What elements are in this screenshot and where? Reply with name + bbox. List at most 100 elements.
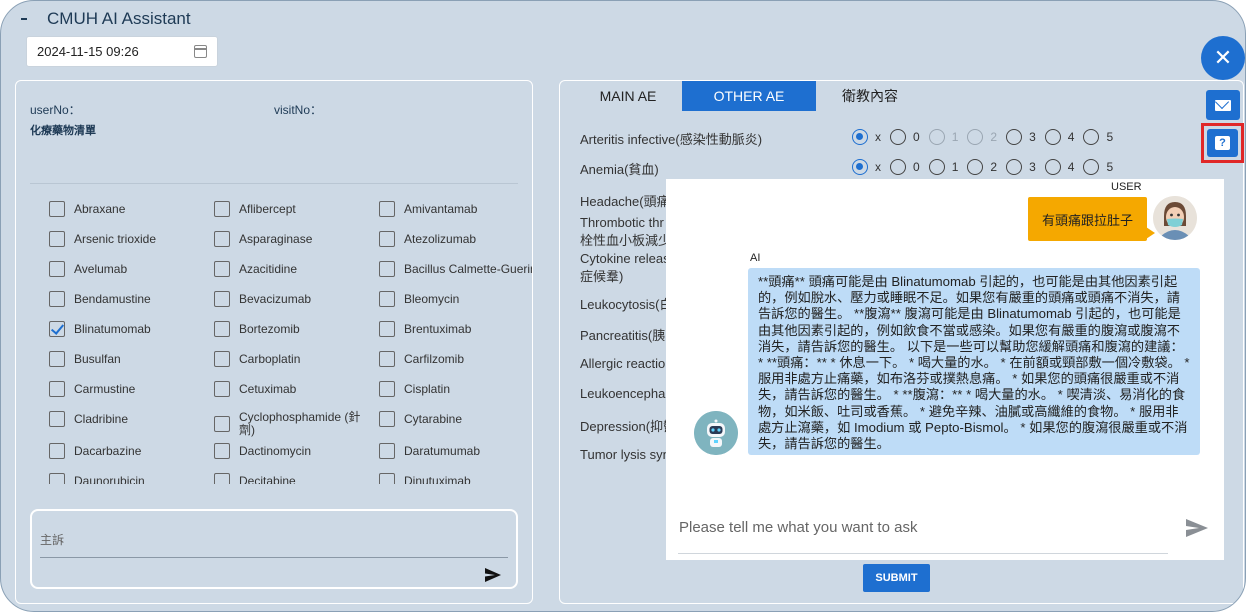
checkbox[interactable] <box>379 291 395 307</box>
drug-checkbox-item[interactable]: Carboplatin <box>214 351 374 367</box>
grade-label: 0 <box>913 130 920 144</box>
submit-button[interactable]: SUBMIT <box>863 564 930 592</box>
checkbox[interactable] <box>214 351 230 367</box>
checkbox[interactable] <box>379 201 395 217</box>
date-picker[interactable]: 2024-11-15 09:26 <box>26 36 218 67</box>
checkbox[interactable] <box>214 201 230 217</box>
checkbox[interactable] <box>379 231 395 247</box>
drug-checkbox-item[interactable]: Dactinomycin <box>214 443 374 459</box>
grade-radio[interactable] <box>1006 129 1023 145</box>
drug-checkbox-item[interactable]: Bleomycin <box>379 291 532 307</box>
grade-label: 2 <box>990 130 998 144</box>
checkbox[interactable] <box>49 473 65 484</box>
close-button[interactable]: ✕ <box>1201 36 1245 80</box>
complaint-input[interactable]: 主訴 <box>40 531 64 548</box>
grade-radio[interactable] <box>852 159 868 175</box>
checkbox[interactable] <box>379 443 395 459</box>
chat-send-icon[interactable] <box>1185 518 1209 538</box>
grade-radio[interactable] <box>1044 159 1061 175</box>
drug-checkbox-item[interactable]: Bevacizumab <box>214 291 374 307</box>
checkbox[interactable] <box>379 473 395 484</box>
checkbox[interactable] <box>214 443 230 459</box>
drug-checkbox-item[interactable]: Brentuximab <box>379 321 532 337</box>
grade-radio[interactable] <box>967 159 984 175</box>
tab-1[interactable]: OTHER AE <box>682 81 816 111</box>
grade-label: 2 <box>990 160 998 174</box>
checkbox[interactable] <box>49 231 65 247</box>
checkbox[interactable] <box>214 416 230 432</box>
drug-checkbox-item[interactable]: Azacitidine <box>214 261 374 277</box>
drug-label: Asparaginase <box>239 231 313 246</box>
drug-checkbox-item[interactable]: Blinatumomab <box>49 321 209 337</box>
complaint-box[interactable]: 主訴 <box>30 509 518 589</box>
drug-checkbox-item[interactable]: Daunorubicin <box>49 473 209 484</box>
checkbox[interactable] <box>214 291 230 307</box>
help-button[interactable]: ? <box>1207 129 1238 157</box>
drug-checkbox-item[interactable]: Bacillus Calmette-Guerin <box>379 261 532 277</box>
menu-icon[interactable] <box>21 18 27 20</box>
checkbox[interactable] <box>379 351 395 367</box>
close-icon: ✕ <box>1213 45 1233 70</box>
drug-checkbox-item[interactable]: Daratumumab <box>379 443 532 459</box>
ae-item: Leukoencephal <box>580 386 668 401</box>
checkbox[interactable] <box>49 411 65 427</box>
checkbox[interactable] <box>49 201 65 217</box>
drug-checkbox-item[interactable]: Busulfan <box>49 351 209 367</box>
checkbox[interactable] <box>214 261 230 277</box>
send-icon[interactable] <box>484 567 502 583</box>
drug-checkbox-item[interactable]: Bendamustine <box>49 291 209 307</box>
drug-checkbox-item[interactable]: Cytarabine <box>379 411 532 427</box>
drug-label: Cyclophosphamide (針劑) <box>239 410 361 437</box>
drug-checkbox-item[interactable]: Cyclophosphamide (針劑) <box>214 411 374 437</box>
drug-checkbox-item[interactable]: Cisplatin <box>379 381 532 397</box>
drug-checkbox-item[interactable]: Dacarbazine <box>49 443 209 459</box>
checkbox[interactable] <box>49 351 65 367</box>
drug-checkbox-item[interactable]: Avelumab <box>49 261 209 277</box>
drug-checkbox-item[interactable]: Cladribine <box>49 411 209 427</box>
grade-radio[interactable] <box>1083 159 1100 175</box>
checkbox[interactable] <box>49 443 65 459</box>
grade-radio[interactable] <box>890 129 906 145</box>
drug-checkbox-item[interactable]: Decitabine <box>214 473 374 484</box>
drug-checkbox-item[interactable]: Amivantamab <box>379 201 532 217</box>
tab-2[interactable]: 衛教內容 <box>816 81 924 111</box>
drug-checkbox-item[interactable]: Arsenic trioxide <box>49 231 209 247</box>
drug-checkbox-item[interactable]: Atezolizumab <box>379 231 532 247</box>
grade-radio[interactable] <box>928 129 945 145</box>
checkbox[interactable] <box>214 381 230 397</box>
checkbox[interactable] <box>379 261 395 277</box>
mail-button[interactable] <box>1206 90 1240 120</box>
drug-checkbox-item[interactable]: Bortezomib <box>214 321 374 337</box>
checkbox[interactable] <box>49 381 65 397</box>
drug-checkbox-item[interactable]: Asparaginase <box>214 231 374 247</box>
checkbox[interactable] <box>379 321 395 337</box>
drug-checkbox-item[interactable]: Carfilzomib <box>379 351 532 367</box>
grade-radio[interactable] <box>852 129 868 145</box>
grade-radio[interactable] <box>928 159 945 175</box>
checkbox[interactable] <box>49 291 65 307</box>
checkbox[interactable] <box>214 231 230 247</box>
drug-label: Aflibercept <box>239 201 296 216</box>
checkbox[interactable] <box>379 381 395 397</box>
chat-input[interactable]: Please tell me what you want to ask <box>679 519 917 536</box>
drug-checkbox-item[interactable]: Carmustine <box>49 381 209 397</box>
grade-radio[interactable] <box>967 129 984 145</box>
grade-radio[interactable] <box>1044 129 1061 145</box>
drug-checkbox-item[interactable]: Aflibercept <box>214 201 374 217</box>
grade-radio[interactable] <box>1006 159 1023 175</box>
ae-name: Leukoencephal <box>580 386 669 401</box>
checkbox[interactable] <box>214 321 230 337</box>
grade-radio[interactable] <box>890 159 906 175</box>
drug-checkbox-item[interactable]: Abraxane <box>49 201 209 217</box>
tab-0[interactable]: MAIN AE <box>574 81 682 111</box>
drug-checkbox-item[interactable]: Dinutuximab <box>379 473 532 484</box>
calendar-icon[interactable] <box>194 45 207 58</box>
checkbox[interactable] <box>214 473 230 484</box>
chat-input-underline <box>678 553 1168 554</box>
checkbox[interactable] <box>49 261 65 277</box>
drug-checkbox-item[interactable]: Cetuximab <box>214 381 374 397</box>
date-value: 2024-11-15 09:26 <box>37 44 139 59</box>
checkbox[interactable] <box>379 411 395 427</box>
grade-radio[interactable] <box>1083 129 1100 145</box>
checkbox[interactable] <box>49 321 65 337</box>
